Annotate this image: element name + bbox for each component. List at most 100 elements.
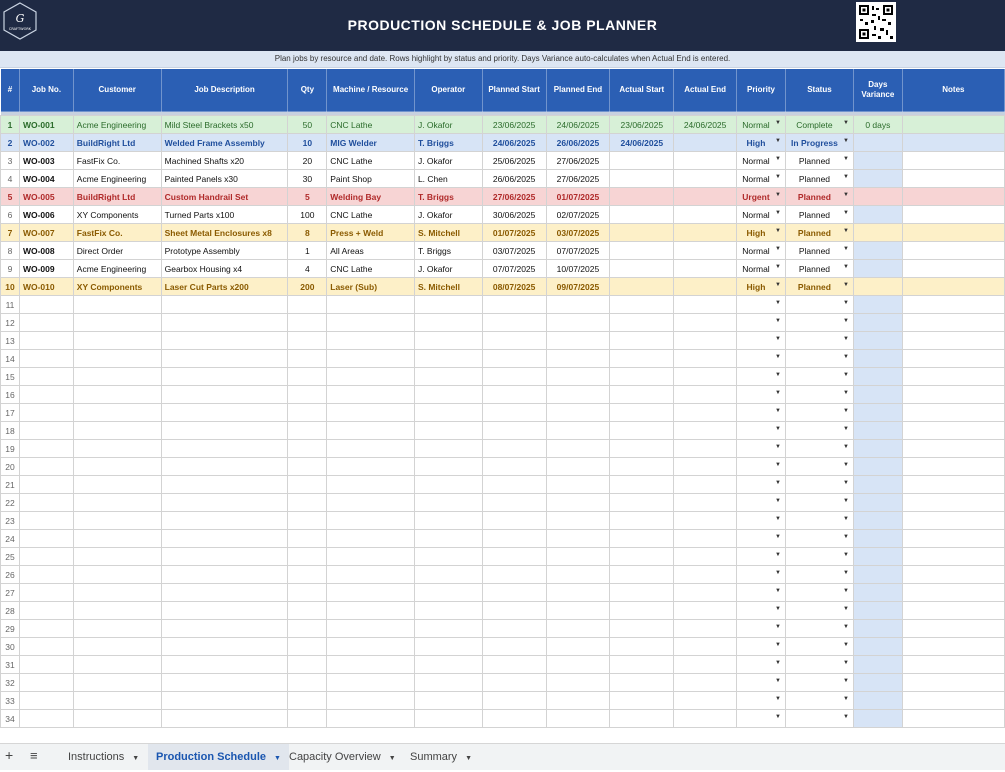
actual-start-cell[interactable] <box>609 493 675 512</box>
planned-start-cell[interactable] <box>481 673 547 692</box>
machine-cell[interactable] <box>326 637 415 656</box>
notes-cell[interactable] <box>901 709 1005 728</box>
table-row[interactable]: 25 ▼ ▼ <box>0 547 1005 566</box>
actual-end-cell[interactable] <box>673 169 738 188</box>
priority-select[interactable]: ▼ <box>736 313 786 332</box>
customer-cell[interactable]: XY Components <box>72 205 162 224</box>
planned-end-cell[interactable] <box>545 547 611 566</box>
planned-end-cell[interactable] <box>545 349 611 368</box>
row-number[interactable]: 33 <box>0 691 20 710</box>
header-cell[interactable]: Operator <box>413 68 483 112</box>
planned-end-cell[interactable] <box>545 313 611 332</box>
status-select[interactable]: ▼ <box>784 655 854 674</box>
planned-start-cell[interactable]: 23/06/2025 <box>481 115 547 134</box>
caret-down-icon[interactable]: ▼ <box>843 192 849 198</box>
customer-cell[interactable] <box>72 313 162 332</box>
notes-cell[interactable] <box>901 295 1005 314</box>
table-row[interactable]: 29 ▼ ▼ <box>0 619 1005 638</box>
job-description-cell[interactable] <box>160 619 289 638</box>
priority-select[interactable]: Normal ▼ <box>736 151 786 170</box>
notes-cell[interactable] <box>901 151 1005 170</box>
row-number[interactable]: 31 <box>0 655 20 674</box>
customer-cell[interactable]: Acme Engineering <box>72 169 162 188</box>
planned-end-cell[interactable]: 01/07/2025 <box>545 187 611 206</box>
planned-start-cell[interactable] <box>481 331 547 350</box>
notes-cell[interactable] <box>901 385 1005 404</box>
caret-down-icon[interactable]: ▼ <box>843 138 849 144</box>
caret-down-icon[interactable]: ▼ <box>775 552 781 558</box>
customer-cell[interactable] <box>72 547 162 566</box>
days-variance-cell[interactable] <box>852 313 903 332</box>
table-row[interactable]: 15 ▼ ▼ <box>0 367 1005 386</box>
actual-start-cell[interactable] <box>609 277 675 296</box>
status-select[interactable]: Planned ▼ <box>784 151 854 170</box>
customer-cell[interactable] <box>72 367 162 386</box>
job-number-cell[interactable] <box>18 547 74 566</box>
caret-down-icon[interactable]: ▼ <box>843 246 849 252</box>
notes-cell[interactable] <box>901 547 1005 566</box>
caret-down-icon[interactable]: ▼ <box>775 174 781 180</box>
actual-start-cell[interactable]: 24/06/2025 <box>609 133 675 152</box>
days-variance-cell[interactable] <box>852 385 903 404</box>
job-description-cell[interactable]: Sheet Metal Enclosures x8 <box>160 223 289 242</box>
priority-select[interactable]: ▼ <box>736 385 786 404</box>
table-row[interactable]: 19 ▼ ▼ <box>0 439 1005 458</box>
actual-start-cell[interactable] <box>609 601 675 620</box>
caret-down-icon[interactable]: ▼ <box>843 678 849 684</box>
actual-start-cell[interactable] <box>609 475 675 494</box>
row-number[interactable]: 13 <box>0 331 20 350</box>
actual-start-cell[interactable] <box>609 439 675 458</box>
days-variance-cell[interactable] <box>852 439 903 458</box>
customer-cell[interactable]: BuildRight Ltd <box>72 187 162 206</box>
days-variance-cell[interactable] <box>852 151 903 170</box>
caret-down-icon[interactable]: ▼ <box>775 426 781 432</box>
notes-cell[interactable] <box>901 691 1005 710</box>
actual-start-cell[interactable] <box>609 457 675 476</box>
table-row[interactable]: 24 ▼ ▼ <box>0 529 1005 548</box>
job-description-cell[interactable] <box>160 529 289 548</box>
job-number-cell[interactable] <box>18 637 74 656</box>
days-variance-cell[interactable] <box>852 169 903 188</box>
caret-down-icon[interactable]: ▼ <box>775 192 781 198</box>
actual-end-cell[interactable] <box>673 637 738 656</box>
operator-cell[interactable]: L. Chen <box>413 169 483 188</box>
caret-down-icon[interactable]: ▼ <box>843 444 849 450</box>
actual-end-cell[interactable] <box>673 655 738 674</box>
operator-cell[interactable] <box>413 385 483 404</box>
actual-end-cell[interactable] <box>673 385 738 404</box>
machine-cell[interactable] <box>326 367 415 386</box>
caret-down-icon[interactable]: ▼ <box>775 624 781 630</box>
planned-start-cell[interactable]: 30/06/2025 <box>481 205 547 224</box>
actual-end-cell[interactable] <box>673 619 738 638</box>
machine-cell[interactable] <box>326 547 415 566</box>
operator-cell[interactable] <box>413 511 483 530</box>
priority-select[interactable]: ▼ <box>736 547 786 566</box>
days-variance-cell[interactable] <box>852 457 903 476</box>
job-number-cell[interactable] <box>18 403 74 422</box>
customer-cell[interactable] <box>72 295 162 314</box>
caret-down-icon[interactable]: ▼ <box>775 498 781 504</box>
days-variance-cell[interactable] <box>852 223 903 242</box>
table-row[interactable]: 7 WO-007 FastFix Co. Sheet Metal Enclosures… <box>0 223 1005 242</box>
operator-cell[interactable]: J. Okafor <box>413 259 483 278</box>
priority-select[interactable]: ▼ <box>736 367 786 386</box>
caret-down-icon[interactable]: ▼ <box>843 120 849 126</box>
machine-cell[interactable] <box>326 583 415 602</box>
status-select[interactable]: ▼ <box>784 709 854 728</box>
caret-down-icon[interactable]: ▼ <box>843 606 849 612</box>
priority-select[interactable]: ▼ <box>736 565 786 584</box>
customer-cell[interactable] <box>72 691 162 710</box>
actual-end-cell[interactable] <box>673 493 738 512</box>
header-cell[interactable]: Machine / Resource <box>326 68 415 112</box>
machine-cell[interactable]: CNC Lathe <box>326 259 415 278</box>
actual-end-cell[interactable] <box>673 601 738 620</box>
planned-end-cell[interactable]: 07/07/2025 <box>545 241 611 260</box>
caret-down-icon[interactable]: ▼ <box>775 246 781 252</box>
table-row[interactable]: 20 ▼ ▼ <box>0 457 1005 476</box>
operator-cell[interactable] <box>413 403 483 422</box>
planned-start-cell[interactable] <box>481 313 547 332</box>
job-number-cell[interactable] <box>18 475 74 494</box>
job-number-cell[interactable]: WO-002 <box>18 133 74 152</box>
customer-cell[interactable] <box>72 511 162 530</box>
actual-start-cell[interactable] <box>609 529 675 548</box>
